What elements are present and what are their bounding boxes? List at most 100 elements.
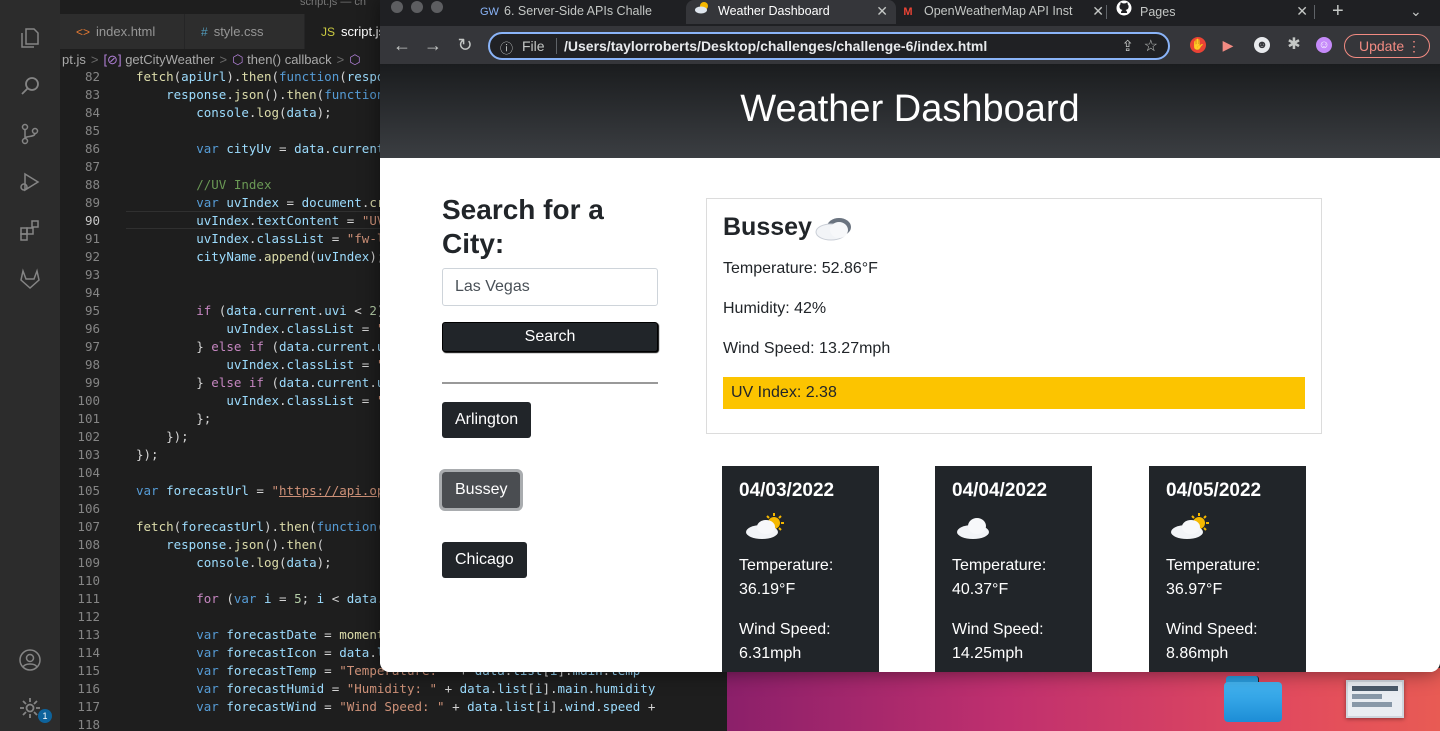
line-number: 117 (77, 699, 100, 714)
page-title: Weather Dashboard (740, 88, 1080, 130)
update-label: Update (1359, 38, 1405, 54)
browser-tab-challenge[interactable]: GW 6. Server-Side APIs Challe (480, 0, 680, 24)
forecast-card: 04/05/2022 Temperature: 36.97°F Wind Spe… (1149, 466, 1306, 672)
run-debug-icon[interactable] (18, 170, 42, 194)
adblock-extension-icon[interactable]: ✋ (1190, 37, 1206, 53)
search-icon[interactable] (18, 74, 42, 98)
line-number: 113 (77, 627, 100, 642)
chrome-window: GW 6. Server-Side APIs Challe Weather Das… (380, 0, 1440, 672)
cloud-icon (813, 213, 857, 248)
callback-symbol-icon: ⬡ (349, 52, 361, 67)
tab-label: index.html (96, 24, 156, 39)
code-text: uvIndex.classList = "f (226, 321, 392, 336)
code-text: response.json().then( (166, 537, 325, 552)
code-text: } else if (data.current.uv (136, 339, 392, 354)
tab-search-chevron-icon[interactable]: ⌄ (1410, 0, 1430, 24)
history-button-bussey[interactable]: Bussey (438, 469, 524, 511)
screen-recorder-extension-icon[interactable]: ▶ (1220, 37, 1236, 53)
function-symbol-icon: [⊘] (103, 52, 122, 67)
update-button[interactable]: Update ⋮ (1344, 34, 1430, 58)
extensions-icon[interactable] (18, 219, 42, 243)
browser-tab-weather[interactable]: Weather Dashboard ✕ (686, 0, 896, 24)
address-bar[interactable]: ⓘ File /Users/taylorroberts/Desktop/chal… (488, 32, 1170, 60)
line-number: 93 (84, 267, 100, 282)
close-tab-icon[interactable]: ✕ (1092, 0, 1104, 22)
extension-face-icon[interactable]: ☻ (1254, 37, 1270, 53)
more-menu-icon[interactable]: ⋮ (1407, 35, 1421, 57)
url-text[interactable]: /Users/taylorroberts/Desktop/challenges/… (564, 38, 987, 54)
forecast-temperature: Temperature: 36.19°F (739, 557, 834, 598)
code-line[interactable]: 118 (60, 716, 727, 731)
line-number: 85 (84, 123, 100, 138)
extensions-puzzle-icon[interactable]: ✱ (1286, 37, 1302, 53)
line-number: 82 (84, 69, 100, 84)
line-number: 94 (84, 285, 100, 300)
code-text: console.log(data); (196, 555, 332, 570)
forecast-card: 04/04/2022 Temperature: 40.37°F Wind Spe… (935, 466, 1092, 672)
maximize-window-button[interactable] (431, 1, 443, 13)
site-info-icon[interactable]: ⓘ (500, 38, 513, 57)
desktop-screenshot-thumbnail[interactable] (1346, 680, 1404, 718)
tab-label: script.js (341, 24, 386, 39)
share-icon[interactable]: ⇪ (1121, 37, 1134, 55)
new-tab-button[interactable]: + (1332, 0, 1352, 24)
search-heading: Search for a City: (442, 194, 604, 259)
gmail-favicon-icon: M (903, 6, 913, 18)
line-number: 95 (84, 303, 100, 318)
html-file-icon: <> (76, 25, 91, 39)
city-search-input[interactable] (442, 268, 658, 306)
tab-title: OpenWeatherMap API Inst (924, 4, 1073, 18)
reload-icon[interactable]: ↻ (455, 35, 475, 55)
back-arrow-icon[interactable]: ← (392, 35, 412, 55)
omnibox-divider (556, 38, 557, 54)
source-control-icon[interactable] (18, 122, 42, 146)
gitlab-icon[interactable] (18, 267, 42, 291)
page-header: Weather Dashboard (380, 64, 1440, 158)
code-text: cityName.append(uvIndex); (196, 249, 385, 264)
history-button-arlington[interactable]: Arlington (442, 402, 532, 438)
line-number: 105 (77, 483, 100, 498)
code-line[interactable]: 116 var forecastHumid = "Humidity: " + d… (60, 680, 727, 698)
tab-style-css[interactable]: # style.css (185, 14, 305, 49)
line-number: 98 (84, 357, 100, 372)
line-number: 118 (77, 717, 100, 731)
browser-tab-openweathermap[interactable]: M OpenWeatherMap API Inst ✕ (900, 0, 1104, 24)
forecast-temperature: Temperature: 36.97°F (1166, 557, 1261, 598)
close-tab-icon[interactable]: ✕ (876, 0, 888, 22)
explorer-icon[interactable] (18, 26, 42, 50)
line-number: 96 (84, 321, 100, 336)
callback-symbol-icon: ⬡ (232, 52, 244, 67)
minimize-window-button[interactable] (411, 1, 423, 13)
activity-bar: 1 (0, 0, 60, 731)
forecast-date: 04/04/2022 (952, 480, 1048, 501)
code-text: for (var i = 5; i < data.l (196, 591, 392, 606)
close-window-button[interactable] (391, 1, 403, 13)
forward-arrow-icon[interactable]: → (423, 35, 443, 55)
line-number: 90 (84, 213, 100, 228)
account-icon[interactable] (18, 648, 42, 672)
desktop-folder-icon[interactable] (1224, 676, 1282, 722)
profile-avatar-icon[interactable]: ☺ (1316, 37, 1332, 53)
code-text: var forecastWind = "Wind Speed: " + data… (196, 699, 656, 714)
close-tab-icon[interactable]: ✕ (1296, 0, 1308, 22)
bookmark-star-icon[interactable]: ☆ (1144, 36, 1158, 56)
current-humidity: Humidity: 42% (723, 300, 827, 317)
scheme-label: File (522, 38, 545, 54)
search-button[interactable]: Search (442, 322, 658, 352)
code-line[interactable]: 117 var forecastWind = "Wind Speed: " + … (60, 698, 727, 716)
breadcrumb-file[interactable]: pt.js (62, 52, 86, 67)
line-number: 100 (77, 393, 100, 408)
desktop-wallpaper (720, 668, 1440, 731)
browser-tab-pages[interactable]: Pages ✕ (1116, 0, 1308, 24)
code-text: }); (136, 429, 189, 444)
tab-title: Pages (1140, 5, 1176, 19)
css-file-icon: # (201, 25, 208, 39)
history-button-chicago[interactable]: Chicago (442, 542, 527, 578)
code-text: }; (136, 411, 212, 426)
breadcrumb-function[interactable]: getCityWeather (125, 52, 214, 67)
breadcrumb-callback[interactable]: then() callback (247, 52, 332, 67)
tab-index-html[interactable]: <> index.html (60, 14, 185, 49)
current-temperature: Temperature: 52.86°F (723, 260, 878, 277)
code-text: var uvIndex = document.cre (196, 195, 392, 210)
tab-strip: GW 6. Server-Side APIs Challe Weather Das… (380, 0, 1440, 26)
